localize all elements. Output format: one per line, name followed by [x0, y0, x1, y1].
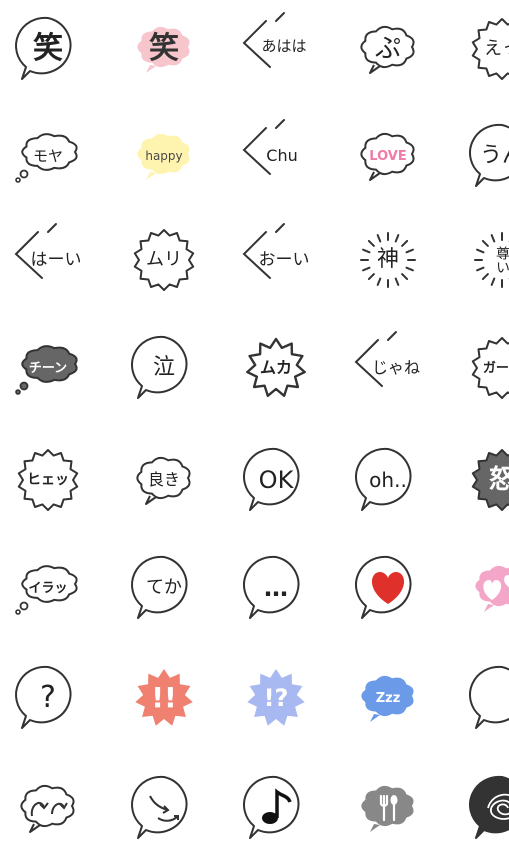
sticker-toutoi[interactable]: 尊い	[462, 220, 509, 300]
sticker-interrobang[interactable]: !?	[236, 658, 316, 738]
sticker-label: Chu	[266, 146, 298, 165]
sticker-label: …	[264, 574, 288, 602]
sticker-label: !!	[151, 681, 177, 714]
sticker-swirl[interactable]	[8, 768, 88, 848]
sticker-muka[interactable]: ムカ	[236, 328, 316, 408]
sticker-ikari[interactable]: 怒	[462, 440, 509, 520]
sticker-arrows[interactable]	[124, 768, 204, 848]
sticker-label: 神	[376, 247, 399, 272]
sticker-naku[interactable]: 泣	[124, 328, 204, 408]
scribble-icon	[462, 768, 509, 848]
sticker-label: はーい	[30, 249, 82, 270]
sticker-sheet: 笑 笑 あはは ぷ えっ モヤ happy Chu LOVE うん はーい	[0, 0, 509, 844]
sticker-label: OK	[258, 466, 294, 494]
sticker-label: モヤ	[32, 146, 63, 165]
drop-icon	[462, 658, 509, 738]
sticker-hearts-cloud[interactable]	[462, 548, 509, 628]
sticker-label: oh..	[369, 468, 407, 492]
sticker-teka[interactable]: てか	[124, 548, 204, 628]
sticker-e[interactable]: えっ	[462, 9, 509, 89]
sticker-label: ムカ	[259, 358, 292, 377]
sticker-label: 怒	[488, 465, 509, 495]
sticker-kami[interactable]: 神	[348, 220, 428, 300]
fork-spoon-icon	[348, 768, 428, 848]
sticker-gaan[interactable]: ガーン	[462, 328, 509, 408]
sticker-warai-pink[interactable]: 笑	[124, 9, 204, 89]
sticker-label: 泣	[152, 355, 175, 380]
sticker-label: 笑	[149, 31, 179, 66]
sticker-happy[interactable]: happy	[124, 116, 204, 196]
sticker-hye[interactable]: ヒェッ	[8, 440, 88, 520]
sticker-ok[interactable]: OK	[236, 440, 316, 520]
sticker-moya[interactable]: モヤ	[8, 116, 88, 196]
sticker-label: ムリ	[146, 249, 182, 270]
sticker-un[interactable]: うん	[462, 116, 509, 196]
sticker-label: ぷ	[374, 34, 401, 64]
sticker-label: LOVE	[369, 148, 407, 164]
sticker-chiin[interactable]: チーン	[8, 328, 88, 408]
arrows-icon	[124, 768, 204, 848]
sticker-yoki[interactable]: 良き	[124, 440, 204, 520]
sticker-muri[interactable]: ムリ	[124, 220, 204, 300]
sticker-chu[interactable]: Chu	[236, 116, 316, 196]
sticker-pu[interactable]: ぷ	[348, 9, 428, 89]
sticker-label: えっ	[484, 38, 509, 59]
heart-icon	[348, 548, 428, 628]
sticker-meal[interactable]	[348, 768, 428, 848]
sticker-question[interactable]: ?	[8, 658, 88, 738]
sticker-exclaim[interactable]: !!	[124, 658, 204, 738]
sticker-label: 良き	[147, 470, 180, 489]
sticker-label: イラッ	[28, 580, 68, 596]
sticker-ahaha[interactable]: あはは	[236, 9, 316, 89]
sticker-label: じゃね	[371, 358, 420, 377]
sticker-label: happy	[145, 149, 183, 163]
sticker-love[interactable]: LOVE	[348, 116, 428, 196]
sticker-label: あはは	[261, 36, 307, 55]
sticker-zzz[interactable]: Zzz	[348, 658, 428, 738]
sticker-label: Zzz	[375, 690, 401, 706]
sticker-label: 尊い	[494, 246, 509, 274]
sticker-sweat[interactable]	[462, 658, 509, 738]
sticker-label: !?	[263, 684, 289, 712]
sticker-label: てか	[146, 577, 182, 598]
sticker-ellipsis[interactable]: …	[236, 548, 316, 628]
swirl-arrows-icon	[8, 768, 88, 848]
sticker-label: おーい	[258, 249, 310, 270]
sticker-label: うん	[479, 143, 509, 168]
sticker-ooi[interactable]: おーい	[236, 220, 316, 300]
sticker-heart[interactable]	[348, 548, 428, 628]
sticker-label: 笑	[33, 31, 63, 66]
sticker-jane[interactable]: じゃね	[348, 328, 428, 408]
music-note-icon	[236, 768, 316, 848]
sticker-label: チーン	[28, 360, 68, 376]
sticker-oh[interactable]: oh..	[348, 440, 428, 520]
sticker-label: ヒェッ	[27, 472, 69, 488]
sticker-warai-round[interactable]: 笑	[8, 9, 88, 89]
hearts-icon	[462, 548, 509, 628]
sticker-label: ガーン	[482, 360, 509, 376]
sticker-label: ?	[40, 680, 56, 715]
sticker-music[interactable]	[236, 768, 316, 848]
sticker-haai[interactable]: はーい	[8, 220, 88, 300]
sticker-scribble[interactable]	[462, 768, 509, 848]
sticker-ira[interactable]: イラッ	[8, 548, 88, 628]
